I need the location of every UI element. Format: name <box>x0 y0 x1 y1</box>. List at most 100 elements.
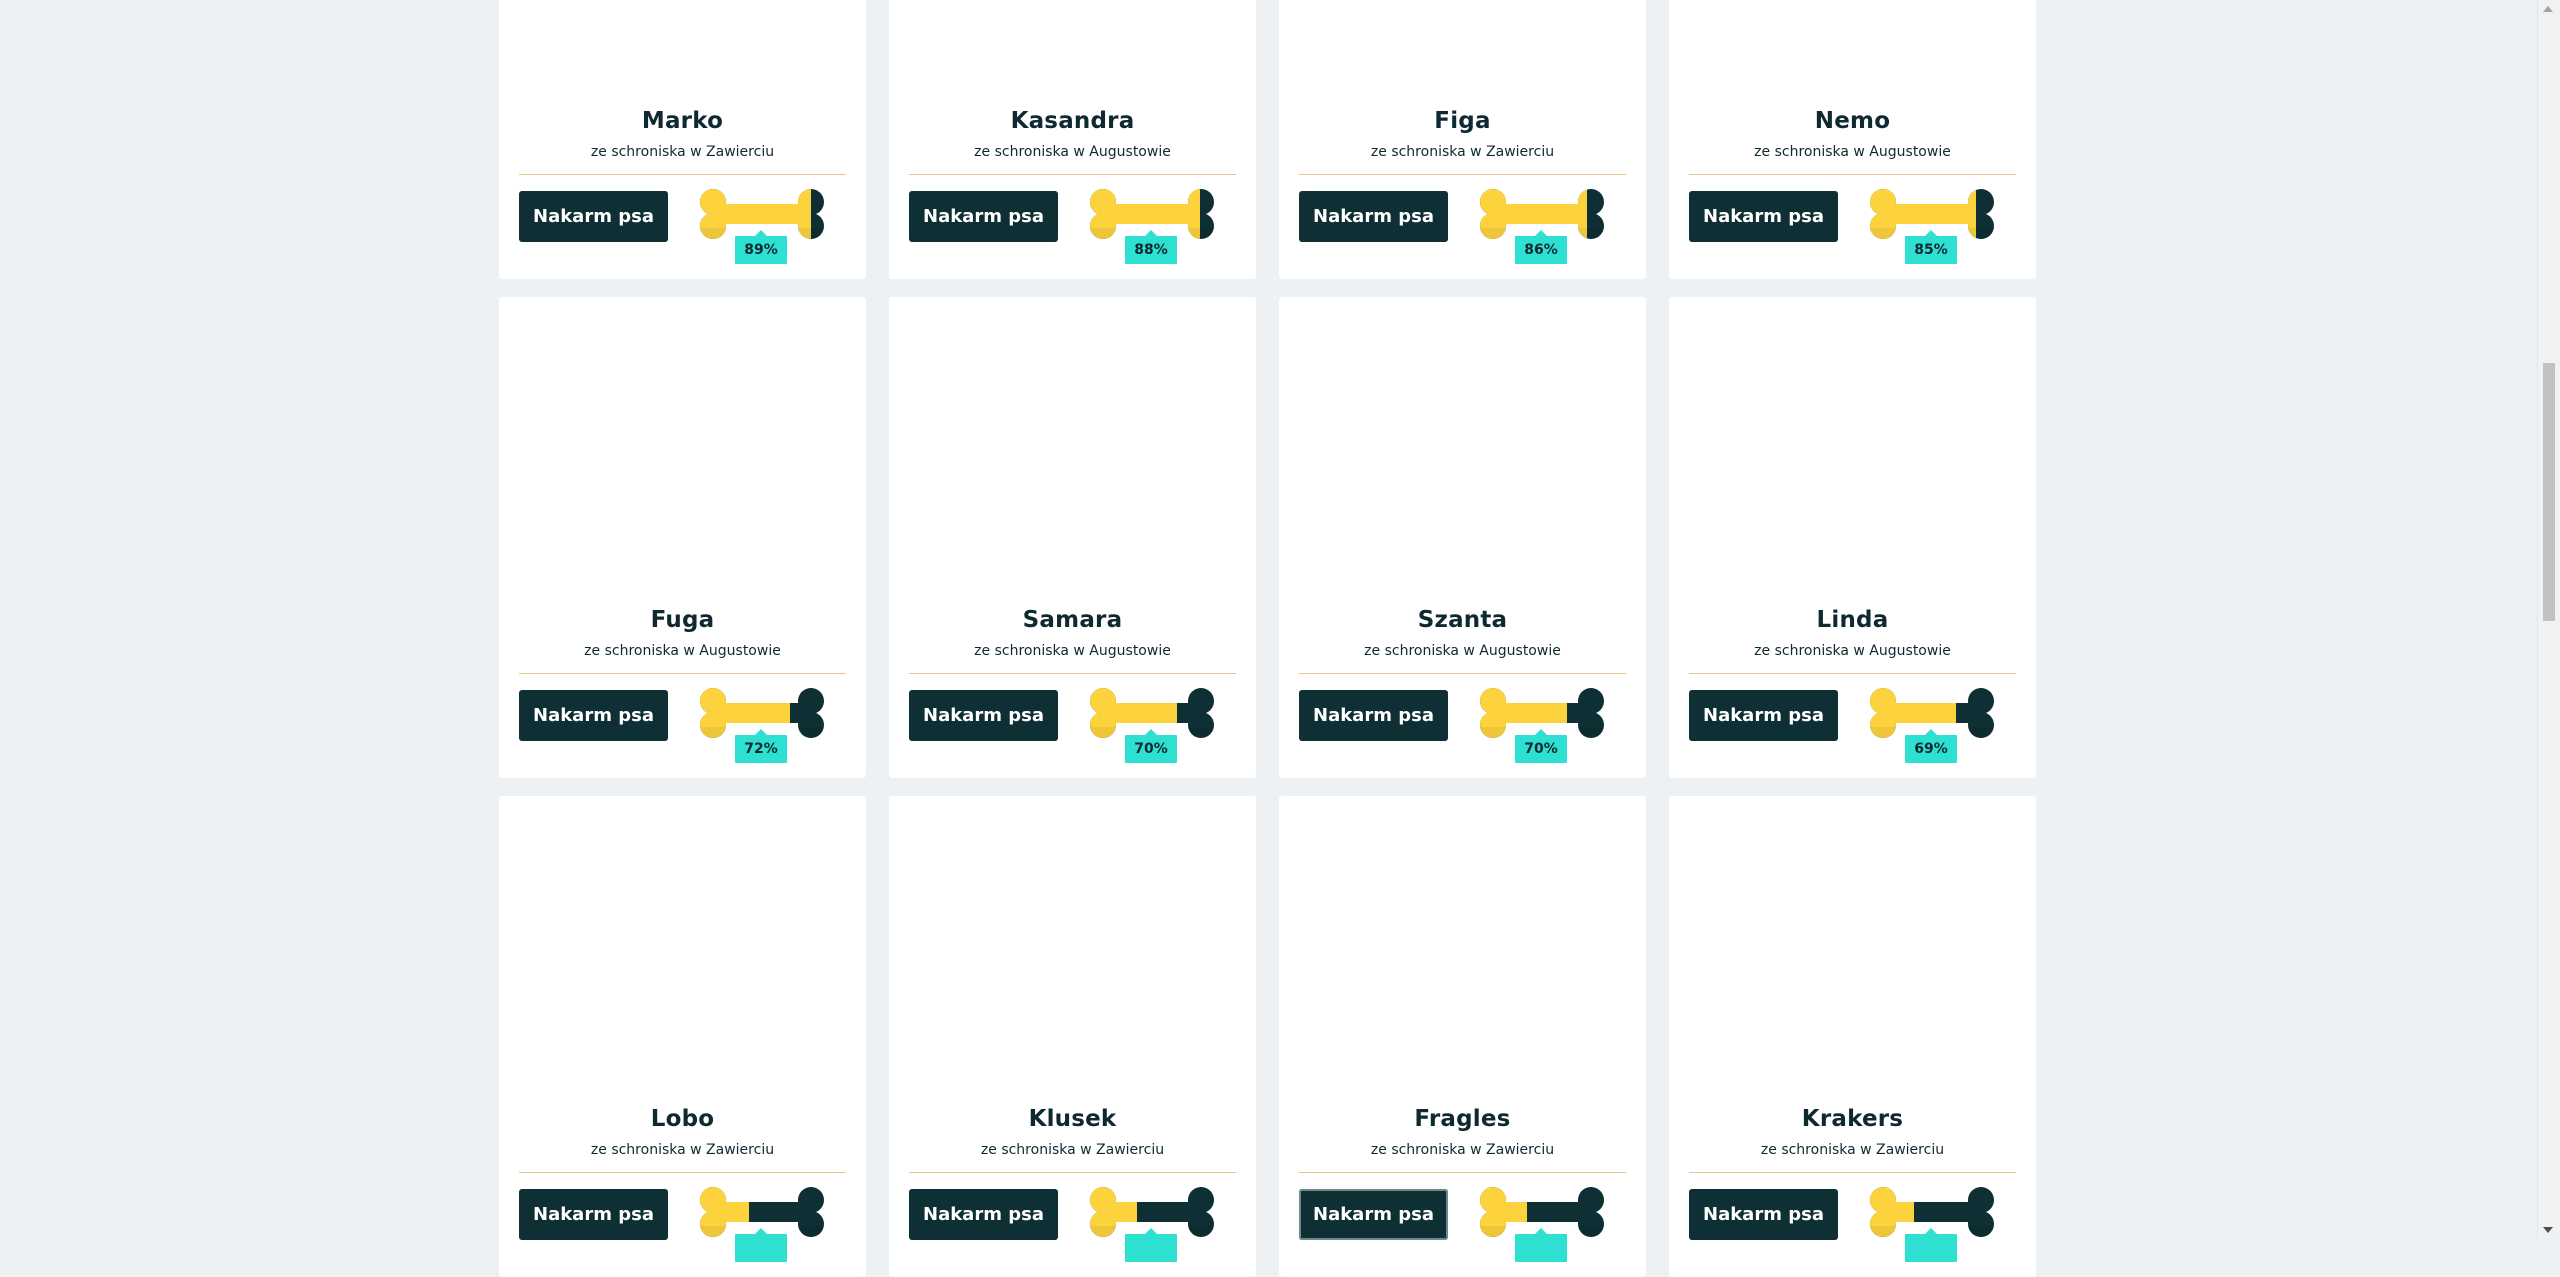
divider <box>1299 1172 1626 1173</box>
feed-percent-badge: 88% <box>1125 230 1177 264</box>
dog-photo[interactable] <box>1279 796 1646 1096</box>
dog-shelter: ze schroniska w Zawierciu <box>590 1142 775 1158</box>
dog-card-grid: Marko ze schroniska w Zawierciu Nakarm p… <box>499 0 2036 1277</box>
dog-name[interactable]: Nemo <box>1669 108 2036 134</box>
dog-photo[interactable] <box>889 0 1256 98</box>
dog-name[interactable]: Krakers <box>1669 1106 2036 1132</box>
feed-percent-badge: 70% <box>1125 729 1177 763</box>
dog-shelter: ze schroniska w Zawierciu <box>590 144 775 160</box>
feed-dog-button[interactable]: Nakarm psa <box>1299 1189 1448 1240</box>
dog-photo[interactable] <box>1669 0 2036 98</box>
dog-card: Figa ze schroniska w Zawierciu Nakarm ps… <box>1279 0 1646 279</box>
dog-photo[interactable] <box>889 297 1256 597</box>
scroll-down-arrow-icon[interactable] <box>2543 1227 2553 1233</box>
dog-name[interactable]: Samara <box>889 607 1256 633</box>
feed-level-bone <box>1869 1186 1995 1262</box>
feed-level-bone: 69% <box>1869 687 1995 763</box>
feed-level-bone <box>699 1186 825 1262</box>
dog-name[interactable]: Klusek <box>889 1106 1256 1132</box>
divider <box>909 174 1236 175</box>
feed-dog-button[interactable]: Nakarm psa <box>909 191 1058 242</box>
dog-photo[interactable] <box>1279 297 1646 597</box>
dog-name[interactable]: Fragles <box>1279 1106 1646 1132</box>
divider <box>1689 1172 2016 1173</box>
feed-percent-badge: 85% <box>1905 230 1957 264</box>
feed-level-bone: 86% <box>1479 188 1605 264</box>
feed-dog-button[interactable]: Nakarm psa <box>1689 690 1838 741</box>
dog-photo[interactable] <box>1279 0 1646 98</box>
page-scrollbar[interactable] <box>2537 0 2560 1239</box>
feed-percent-badge <box>1515 1228 1567 1262</box>
divider <box>909 673 1236 674</box>
feed-level-bone: 88% <box>1089 188 1215 264</box>
dog-card: Krakers ze schroniska w Zawierciu Nakarm… <box>1669 796 2036 1277</box>
feed-percent-badge <box>1905 1228 1957 1262</box>
dog-shelter: ze schroniska w Zawierciu <box>1760 1142 1945 1158</box>
feed-level-bone: 89% <box>699 188 825 264</box>
divider <box>909 1172 1236 1173</box>
dog-shelter: ze schroniska w Augustowie <box>974 144 1171 160</box>
dog-name[interactable]: Lobo <box>499 1106 866 1132</box>
feed-percent-badge: 86% <box>1515 230 1567 264</box>
dog-photo[interactable] <box>889 796 1256 1096</box>
divider <box>1689 673 2016 674</box>
divider <box>519 673 846 674</box>
divider <box>1689 174 2016 175</box>
feed-level-bone <box>1089 1186 1215 1262</box>
dog-shelter: ze schroniska w Augustowie <box>974 643 1171 659</box>
dog-name[interactable]: Linda <box>1669 607 2036 633</box>
feed-percent-badge: 89% <box>735 230 787 264</box>
feed-level-bone: 70% <box>1089 687 1215 763</box>
dog-photo[interactable] <box>499 796 866 1096</box>
dog-card: Fuga ze schroniska w Augustowie Nakarm p… <box>499 297 866 778</box>
scrollbar-thumb[interactable] <box>2543 363 2555 621</box>
feed-level-bone: 72% <box>699 687 825 763</box>
feed-level-bone: 70% <box>1479 687 1605 763</box>
feed-percent-badge: 72% <box>735 729 787 763</box>
dog-name[interactable]: Figa <box>1279 108 1646 134</box>
dog-name[interactable]: Fuga <box>499 607 866 633</box>
dog-card: Szanta ze schroniska w Augustowie Nakarm… <box>1279 297 1646 778</box>
dog-card: Klusek ze schroniska w Zawierciu Nakarm … <box>889 796 1256 1277</box>
feed-percent-badge <box>735 1228 787 1262</box>
dog-shelter: ze schroniska w Zawierciu <box>1370 1142 1555 1158</box>
dog-card: Marko ze schroniska w Zawierciu Nakarm p… <box>499 0 866 279</box>
feed-dog-button[interactable]: Nakarm psa <box>519 191 668 242</box>
divider <box>1299 673 1626 674</box>
feed-level-bone <box>1479 1186 1605 1262</box>
dog-card: Nemo ze schroniska w Augustowie Nakarm p… <box>1669 0 2036 279</box>
divider <box>1299 174 1626 175</box>
feed-dog-button[interactable]: Nakarm psa <box>1299 191 1448 242</box>
dog-name[interactable]: Marko <box>499 108 866 134</box>
dog-photo[interactable] <box>499 0 866 98</box>
dog-photo[interactable] <box>1669 297 2036 597</box>
dog-card: Lobo ze schroniska w Zawierciu Nakarm ps… <box>499 796 866 1277</box>
dog-shelter: ze schroniska w Augustowie <box>584 643 781 659</box>
feed-dog-button[interactable]: Nakarm psa <box>1299 690 1448 741</box>
dog-card: Kasandra ze schroniska w Augustowie Naka… <box>889 0 1256 279</box>
dog-name[interactable]: Szanta <box>1279 607 1646 633</box>
feed-percent-badge: 70% <box>1515 729 1567 763</box>
feed-dog-button[interactable]: Nakarm psa <box>1689 1189 1838 1240</box>
dog-shelter: ze schroniska w Zawierciu <box>980 1142 1165 1158</box>
feed-dog-button[interactable]: Nakarm psa <box>909 1189 1058 1240</box>
dog-card: Linda ze schroniska w Augustowie Nakarm … <box>1669 297 2036 778</box>
dog-name[interactable]: Kasandra <box>889 108 1256 134</box>
scroll-up-arrow-icon[interactable] <box>2543 6 2553 12</box>
dog-shelter: ze schroniska w Augustowie <box>1754 643 1951 659</box>
dog-card: Fragles ze schroniska w Zawierciu Nakarm… <box>1279 796 1646 1277</box>
feed-dog-button[interactable]: Nakarm psa <box>519 690 668 741</box>
divider <box>519 174 846 175</box>
dog-photo[interactable] <box>1669 796 2036 1096</box>
divider <box>519 1172 846 1173</box>
dog-shelter: ze schroniska w Zawierciu <box>1370 144 1555 160</box>
feed-level-bone: 85% <box>1869 188 1995 264</box>
feed-percent-badge <box>1125 1228 1177 1262</box>
feed-dog-button[interactable]: Nakarm psa <box>909 690 1058 741</box>
feed-dog-button[interactable]: Nakarm psa <box>1689 191 1838 242</box>
dog-shelter: ze schroniska w Augustowie <box>1754 144 1951 160</box>
feed-dog-button[interactable]: Nakarm psa <box>519 1189 668 1240</box>
feed-percent-badge: 69% <box>1905 729 1957 763</box>
dog-photo[interactable] <box>499 297 866 597</box>
dog-shelter: ze schroniska w Augustowie <box>1364 643 1561 659</box>
